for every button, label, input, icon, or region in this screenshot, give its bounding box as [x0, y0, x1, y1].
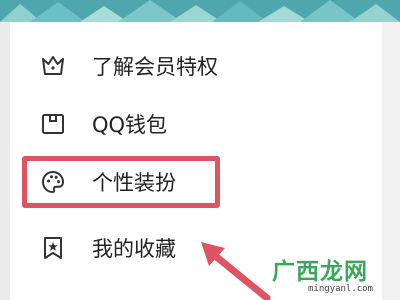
- menu-item-label: 我的收藏: [92, 237, 176, 261]
- watermark-text: 广西龙网: [272, 259, 368, 285]
- annotation-arrow: [201, 242, 271, 300]
- menu-item-vip-privileges[interactable]: 了解会员特权: [10, 38, 382, 94]
- menu-item-qq-wallet[interactable]: QQ钱包: [10, 96, 382, 152]
- menu-item-label: 了解会员特权: [92, 55, 218, 79]
- bookmark-star-icon: [40, 235, 66, 261]
- header-banner: [0, 0, 400, 22]
- right-edge: [382, 22, 400, 300]
- wallet-icon: [40, 111, 66, 137]
- annotation-highlight-box: [22, 156, 220, 208]
- menu-item-label: QQ钱包: [92, 113, 168, 137]
- crown-icon: [40, 53, 66, 79]
- watermark-url: mingyanl.com: [308, 284, 374, 294]
- left-edge: [0, 22, 10, 300]
